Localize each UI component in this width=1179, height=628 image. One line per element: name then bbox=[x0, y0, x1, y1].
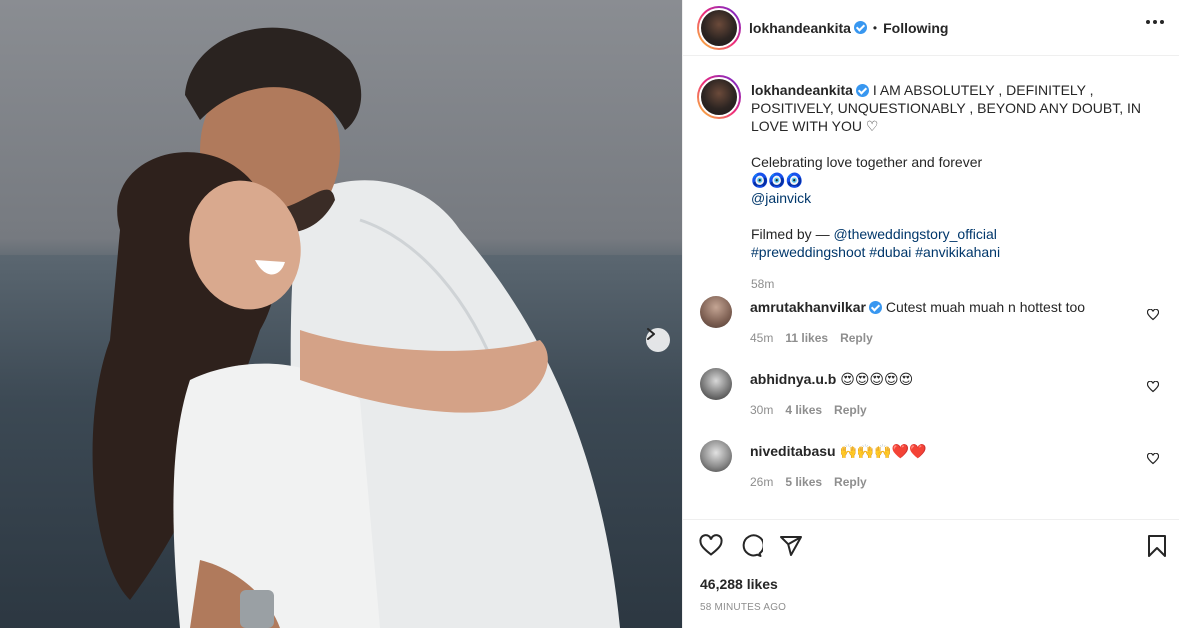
post-actions: 46,288 likes 58 MINUTES AGO bbox=[683, 519, 1179, 628]
comment-item: abhidnya.u.b 😍😍😍😍😍 30m 4 likes Reply bbox=[697, 368, 1167, 428]
couple-illustration bbox=[92, 27, 620, 628]
reply-button[interactable]: Reply bbox=[834, 403, 867, 417]
commenter-avatar[interactable] bbox=[700, 368, 732, 400]
post-photo[interactable] bbox=[0, 0, 682, 628]
mention-weddingstory[interactable]: @theweddingstory_official bbox=[833, 226, 996, 242]
caption-emojis: 🧿🧿🧿 bbox=[751, 172, 804, 188]
comment-body: abhidnya.u.b 😍😍😍😍😍 bbox=[750, 371, 1140, 388]
comments-section[interactable]: lokhandeankita I AM ABSOLUTELY , DEFINIT… bbox=[683, 57, 1179, 519]
comment-body: niveditabasu 🙌🙌🙌❤️❤️ bbox=[750, 443, 1140, 460]
reply-button[interactable]: Reply bbox=[834, 475, 867, 489]
following-button[interactable]: Following bbox=[883, 20, 948, 36]
comment-likes[interactable]: 5 likes bbox=[785, 475, 822, 489]
comment-item: niveditabasu 🙌🙌🙌❤️❤️ 26m 5 likes Reply bbox=[697, 440, 1167, 500]
verified-badge-icon bbox=[868, 301, 882, 314]
comment-time: 30m bbox=[750, 403, 774, 417]
verified-badge-icon bbox=[855, 84, 869, 97]
comment-text: Cutest muah muah n hottest too bbox=[885, 299, 1086, 315]
post-detail-panel: lokhandeankita • Following lokhandeankit… bbox=[682, 0, 1179, 628]
hashtags[interactable]: #preweddingshoot #dubai #anvikikahani bbox=[751, 243, 1161, 261]
caption-username[interactable]: lokhandeankita bbox=[751, 82, 853, 98]
post-header: lokhandeankita • Following bbox=[683, 0, 1179, 56]
caption-line-2: Celebrating love together and forever bbox=[751, 154, 983, 170]
likes-count[interactable]: 46,288 likes bbox=[700, 576, 778, 592]
next-photo-button[interactable] bbox=[646, 328, 670, 352]
commenter-username[interactable]: abhidnya.u.b bbox=[750, 371, 836, 387]
like-comment-heart-icon[interactable] bbox=[1147, 381, 1159, 393]
bookmark-icon bbox=[1148, 535, 1166, 557]
filmed-by-label: Filmed by — bbox=[751, 226, 834, 242]
save-button[interactable] bbox=[1146, 534, 1168, 558]
caption-text: lokhandeankita I AM ABSOLUTELY , DEFINIT… bbox=[751, 81, 1161, 293]
comment-item: amrutakhanvilkar Cutest muah muah n hott… bbox=[697, 296, 1167, 356]
verified-badge-icon bbox=[853, 21, 867, 34]
chevron-right-icon bbox=[647, 328, 655, 340]
like-comment-heart-icon[interactable] bbox=[1147, 453, 1159, 465]
reply-button[interactable]: Reply bbox=[840, 331, 873, 345]
like-comment-heart-icon[interactable] bbox=[1147, 309, 1159, 321]
author-avatar[interactable] bbox=[697, 5, 741, 50]
comment-text: 😍😍😍😍😍 bbox=[840, 371, 914, 387]
post-time-ago: 58 MINUTES AGO bbox=[700, 602, 787, 613]
comment-time: 45m bbox=[750, 331, 774, 345]
like-heart-icon[interactable] bbox=[699, 534, 723, 558]
caption-time: 58m bbox=[751, 277, 775, 291]
caption-avatar[interactable] bbox=[697, 75, 741, 119]
comment-text: 🙌🙌🙌❤️❤️ bbox=[839, 443, 927, 459]
more-options-icon[interactable] bbox=[1146, 20, 1164, 24]
commenter-avatar[interactable] bbox=[700, 440, 732, 472]
commenter-avatar[interactable] bbox=[700, 296, 732, 328]
comment-meta: 30m 4 likes Reply bbox=[750, 403, 867, 417]
comment-time: 26m bbox=[750, 475, 774, 489]
comment-meta: 26m 5 likes Reply bbox=[750, 475, 867, 489]
comment-meta: 45m 11 likes Reply bbox=[750, 331, 873, 345]
header-username[interactable]: lokhandeankita bbox=[749, 20, 851, 36]
comment-body: amrutakhanvilkar Cutest muah muah n hott… bbox=[750, 299, 1140, 315]
mention-jainvick[interactable]: @jainvick bbox=[751, 189, 1161, 207]
comment-bubble-icon[interactable] bbox=[739, 534, 763, 558]
comment-likes[interactable]: 11 likes bbox=[785, 331, 828, 345]
header-author-info: lokhandeankita • Following bbox=[749, 20, 948, 36]
comment-likes[interactable]: 4 likes bbox=[785, 403, 822, 417]
commenter-username[interactable]: amrutakhanvilkar bbox=[750, 299, 866, 315]
separator-dot: • bbox=[872, 20, 878, 35]
action-icons bbox=[699, 534, 803, 558]
share-paper-plane-icon[interactable] bbox=[779, 534, 803, 558]
commenter-username[interactable]: niveditabasu bbox=[750, 443, 836, 459]
